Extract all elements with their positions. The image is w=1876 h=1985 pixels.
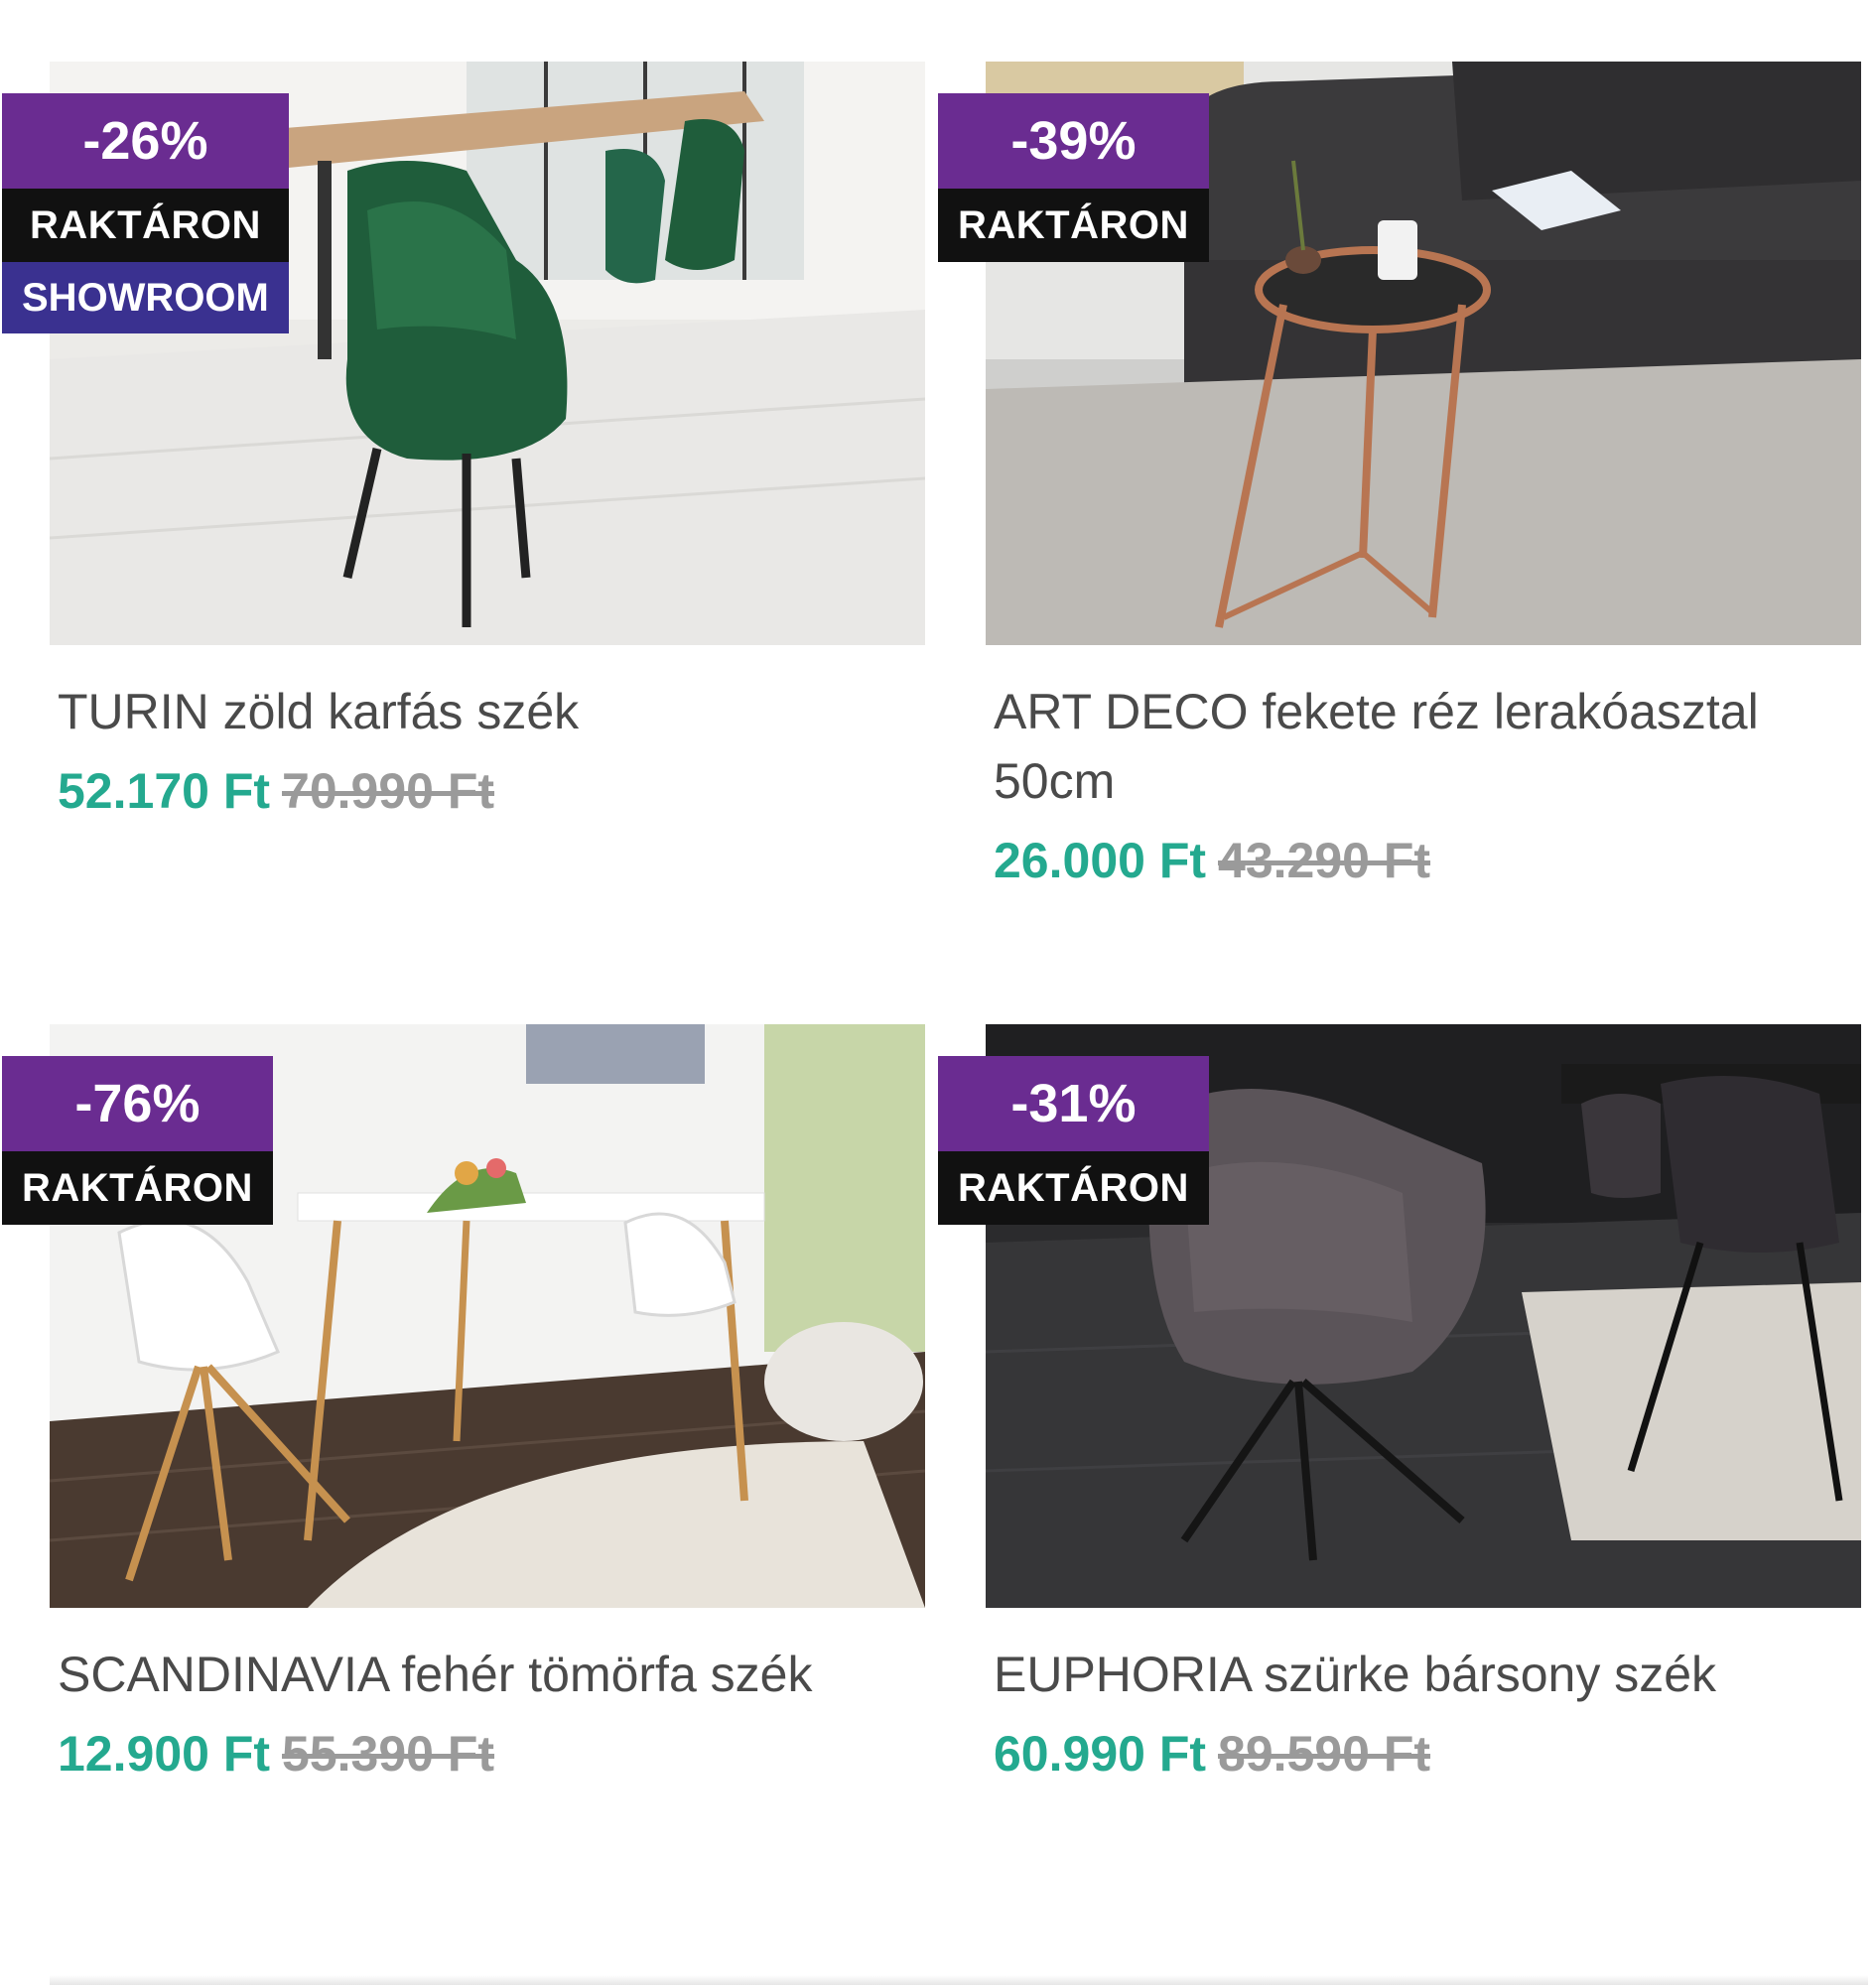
product-card[interactable]: -26% RAKTÁRON SHOWROOM TURIN zöld karfás…: [2, 62, 925, 975]
product-card[interactable]: -31% RAKTÁRON EUPHORIA szürke bársony sz…: [938, 1024, 1861, 1937]
badge-stack: -31% RAKTÁRON: [938, 1056, 1209, 1225]
discount-badge: -26%: [2, 93, 289, 189]
product-card[interactable]: -76% RAKTÁRON SCANDINAVIA fehér tömörfa …: [2, 1024, 925, 1937]
product-title-link[interactable]: EUPHORIA szürke bársony szék: [994, 1640, 1857, 1709]
stock-badge: RAKTÁRON: [938, 189, 1209, 262]
price-row: 12.900 Ft 55.390 Ft: [58, 1719, 494, 1788]
sale-price: 60.990 Ft: [994, 1726, 1207, 1782]
price-row: 26.000 Ft 43.290 Ft: [994, 826, 1430, 895]
price-row: 60.990 Ft 89.590 Ft: [994, 1719, 1430, 1788]
sale-price: 26.000 Ft: [994, 833, 1207, 888]
original-price: 89.590 Ft: [1218, 1726, 1431, 1782]
badge-stack: -26% RAKTÁRON SHOWROOM: [2, 93, 289, 333]
product-grid: -26% RAKTÁRON SHOWROOM TURIN zöld karfás…: [0, 0, 1876, 1985]
original-price: 43.290 Ft: [1218, 833, 1431, 888]
product-title-link[interactable]: SCANDINAVIA fehér tömörfa szék: [58, 1640, 921, 1709]
product-title-link[interactable]: ART DECO fekete réz lerakóasztal 50cm: [994, 677, 1857, 816]
discount-badge: -76%: [2, 1056, 273, 1151]
original-price: 55.390 Ft: [282, 1726, 495, 1782]
original-price: 70.990 Ft: [282, 763, 495, 819]
sale-price: 52.170 Ft: [58, 763, 271, 819]
product-title-link[interactable]: TURIN zöld karfás szék: [58, 677, 921, 746]
sale-price: 12.900 Ft: [58, 1726, 271, 1782]
stock-badge: RAKTÁRON: [938, 1151, 1209, 1225]
next-row-image-edge: [50, 1975, 1868, 1985]
discount-badge: -39%: [938, 93, 1209, 189]
product-card[interactable]: -39% RAKTÁRON ART DECO fekete réz lerakó…: [938, 62, 1861, 975]
stock-badge: RAKTÁRON: [2, 189, 289, 262]
price-row: 52.170 Ft 70.990 Ft: [58, 756, 494, 826]
badge-stack: -76% RAKTÁRON: [2, 1056, 273, 1225]
showroom-badge: SHOWROOM: [2, 262, 289, 333]
stock-badge: RAKTÁRON: [2, 1151, 273, 1225]
badge-stack: -39% RAKTÁRON: [938, 93, 1209, 262]
discount-badge: -31%: [938, 1056, 1209, 1151]
